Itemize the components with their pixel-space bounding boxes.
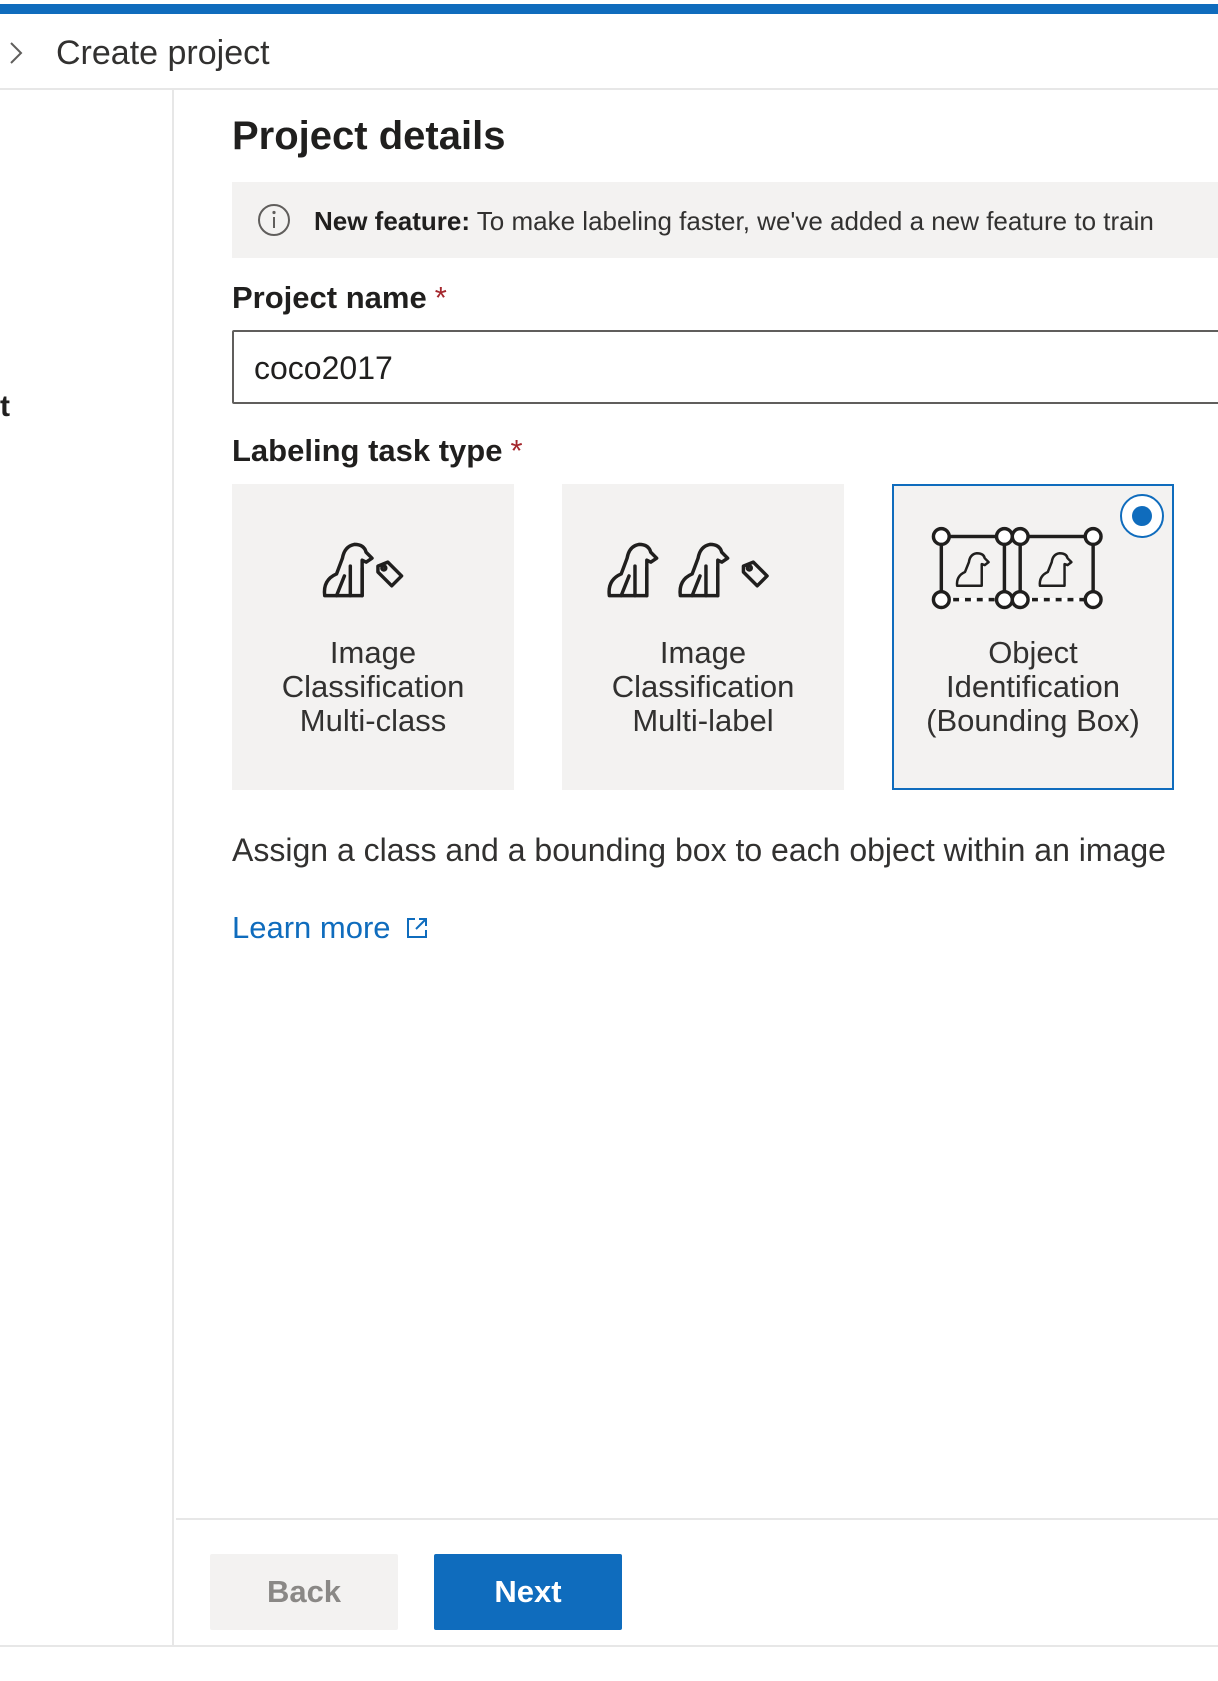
external-link-icon [406, 918, 427, 938]
task-card-line: Multi-label [632, 703, 774, 738]
task-card-label: Object Identification (Bounding Box) [894, 636, 1172, 738]
create-project-page: Create project t Project details New fea… [0, 0, 1218, 1681]
required-mark: * [510, 433, 523, 468]
info-message-bold: New feature: [314, 206, 471, 236]
learn-more-link[interactable]: Learn more [232, 910, 431, 946]
task-card-line: Classification [281, 669, 465, 704]
page-title: Project details [232, 114, 506, 158]
project-name-label: Project name * [232, 280, 447, 316]
task-card-line: Identification [945, 669, 1121, 704]
panel-title: Create project [56, 34, 270, 72]
required-mark: * [434, 280, 447, 315]
next-button[interactable]: Next [434, 1554, 622, 1630]
top-accent-bar [0, 4, 1218, 14]
panel-header: Create project [0, 14, 1218, 90]
task-type-label: Labeling task type * [232, 433, 523, 469]
project-name-value: coco2017 [254, 350, 393, 386]
wizard-steps-rail: t [0, 90, 174, 1645]
project-name-label-text: Project name [232, 280, 427, 315]
info-message-bar: New feature: To make labeling faster, we… [232, 182, 1218, 258]
task-card-label: Image Classification Multi-label [564, 636, 842, 738]
info-message-body: To make labeling faster, we've added a n… [470, 206, 1154, 236]
info-message-text: New feature: To make labeling faster, we… [314, 206, 1154, 237]
task-card-line: Multi-class [299, 703, 447, 738]
task-description: Assign a class and a bounding box to eac… [232, 832, 1166, 868]
task-card-line: Image [659, 635, 747, 670]
task-card-multi-label[interactable]: Image Classification Multi-label [562, 484, 844, 790]
radio-dot [1132, 506, 1152, 526]
main-content: Project details New feature: To make lab… [176, 90, 1218, 1518]
project-name-input[interactable]: coco2017 [232, 330, 1218, 404]
task-card-bounding-box[interactable]: Object Identification (Bounding Box) [892, 484, 1174, 790]
bottom-divider [0, 1645, 1218, 1647]
task-card-label: Image Classification Multi-class [234, 636, 512, 738]
two-dogs-tag-icon [607, 542, 769, 598]
task-card-line: Classification [611, 669, 795, 704]
chevron-right-icon[interactable] [2, 38, 32, 68]
task-card-line: Image [329, 635, 417, 670]
task-card-multi-class[interactable]: Image Classification Multi-class [232, 484, 514, 790]
step-label-truncated[interactable]: t [0, 390, 10, 424]
info-icon [258, 204, 290, 236]
task-card-line: Object [988, 635, 1078, 670]
back-button[interactable]: Back [210, 1554, 398, 1630]
task-type-label-text: Labeling task type [232, 433, 503, 468]
learn-more-label: Learn more [232, 910, 391, 945]
dog-tag-icon [322, 542, 404, 598]
wizard-footer: Back Next [176, 1518, 1218, 1645]
bounding-box-dogs-icon [931, 526, 1103, 610]
task-card-line: (Bounding Box) [926, 703, 1140, 738]
